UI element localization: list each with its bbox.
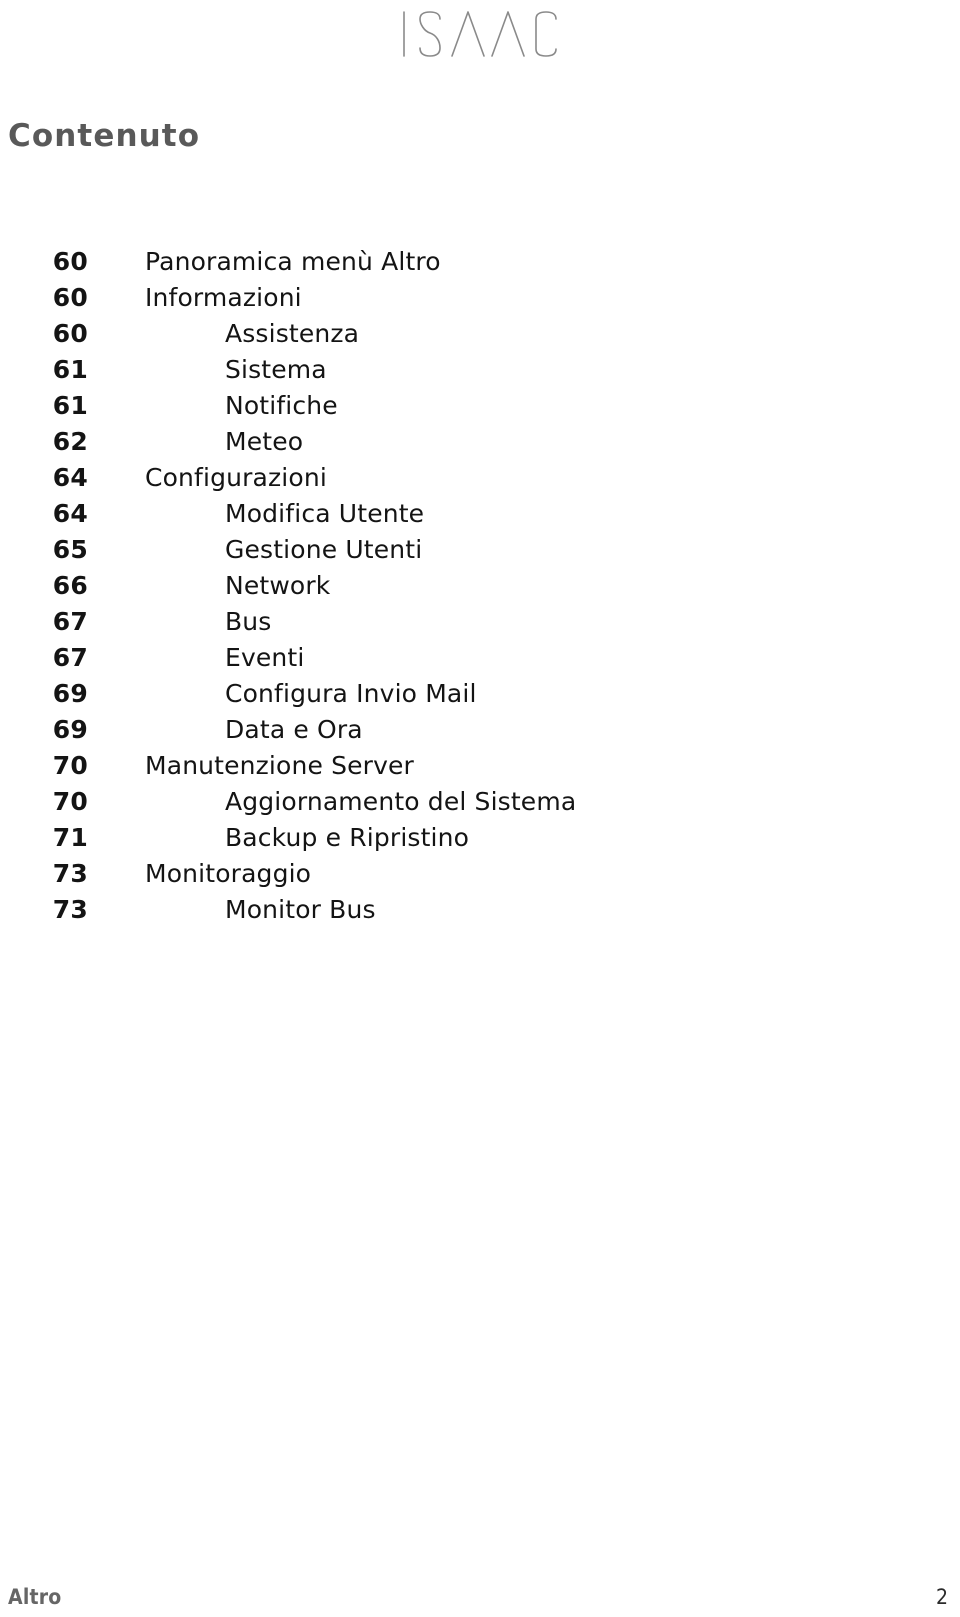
toc-entry-page: 70 (52, 751, 88, 780)
toc-entry[interactable]: 60 Panoramica menù Altro (0, 244, 960, 280)
page-footer: Altro 2 (0, 1579, 960, 1609)
toc-entry[interactable]: 61 Sistema (0, 352, 960, 388)
toc-entry-page: 60 (52, 247, 88, 276)
toc-entry[interactable]: 70 Aggiornamento del Sistema (0, 784, 960, 820)
toc-entry[interactable]: 60 Informazioni (0, 280, 960, 316)
toc-entry[interactable]: 62 Meteo (0, 424, 960, 460)
toc-entry[interactable]: 67 Bus (0, 604, 960, 640)
footer-page-number: 2 (935, 1585, 948, 1609)
toc-entry-label: Sistema (225, 355, 327, 384)
toc-entry-label: Configurazioni (145, 463, 327, 492)
toc-entry-page: 69 (52, 715, 88, 744)
footer-section-name: Altro (8, 1585, 62, 1609)
toc-entry-page: 67 (52, 607, 88, 636)
toc-entry[interactable]: 64 Configurazioni (0, 460, 960, 496)
toc-entry-page: 60 (52, 283, 88, 312)
toc-entry-page: 71 (52, 823, 88, 852)
toc-entry-page: 73 (52, 895, 88, 924)
toc-entry-label: Modifica Utente (225, 499, 425, 528)
toc-entry-page: 66 (52, 571, 88, 600)
toc-entry-label: Assistenza (225, 319, 360, 348)
toc-entry-page: 69 (52, 679, 88, 708)
isaac-logo-icon (403, 11, 557, 57)
toc-entry-page: 61 (52, 355, 88, 384)
toc-entry[interactable]: 73 Monitor Bus (0, 892, 960, 928)
toc-entry[interactable]: 73 Monitoraggio (0, 856, 960, 892)
toc-entry[interactable]: 66 Network (0, 568, 960, 604)
toc-entry[interactable]: 61 Notifiche (0, 388, 960, 424)
toc-entry-label: Eventi (225, 643, 305, 672)
toc-entry[interactable]: 69 Configura Invio Mail (0, 676, 960, 712)
toc-entry-page: 64 (52, 499, 88, 528)
toc-entry[interactable]: 71 Backup e Ripristino (0, 820, 960, 856)
table-of-contents: 60 Panoramica menù Altro 60 Informazioni 60 A… (0, 244, 960, 928)
toc-entry-label: Backup e Ripristino (225, 823, 470, 852)
toc-entry-page: 62 (52, 427, 88, 456)
toc-entry-label: Meteo (225, 427, 304, 456)
toc-entry-label: Monitor Bus (225, 895, 376, 924)
toc-entry-page: 61 (52, 391, 88, 420)
toc-entry-page: 67 (52, 643, 88, 672)
toc-entry[interactable]: 64 Modifica Utente (0, 496, 960, 532)
toc-entry[interactable]: 65 Gestione Utenti (0, 532, 960, 568)
toc-entry-label: Data e Ora (225, 715, 363, 744)
toc-entry[interactable]: 67 Eventi (0, 640, 960, 676)
toc-entry-page: 73 (52, 859, 88, 888)
toc-entry-label: Manutenzione Server (145, 751, 414, 780)
toc-entry-page: 65 (52, 535, 88, 564)
toc-entry[interactable]: 69 Data e Ora (0, 712, 960, 748)
toc-entry-page: 60 (52, 319, 88, 348)
toc-entry-label: Monitoraggio (145, 859, 312, 888)
toc-entry[interactable]: 60 Assistenza (0, 316, 960, 352)
toc-entry-label: Panoramica menù Altro (145, 247, 441, 276)
toc-entry-label: Gestione Utenti (225, 535, 423, 564)
brand-logo (0, 4, 960, 64)
toc-entry-label: Notifiche (225, 391, 338, 420)
toc-entry-label: Aggiornamento del Sistema (225, 787, 577, 816)
toc-entry-page: 70 (52, 787, 88, 816)
page-title: Contenuto (8, 118, 201, 154)
toc-entry-label: Informazioni (145, 283, 302, 312)
toc-entry[interactable]: 70 Manutenzione Server (0, 748, 960, 784)
toc-entry-label: Bus (225, 607, 272, 636)
toc-entry-label: Network (225, 571, 331, 600)
toc-entry-page: 64 (52, 463, 88, 492)
toc-entry-label: Configura Invio Mail (225, 679, 477, 708)
